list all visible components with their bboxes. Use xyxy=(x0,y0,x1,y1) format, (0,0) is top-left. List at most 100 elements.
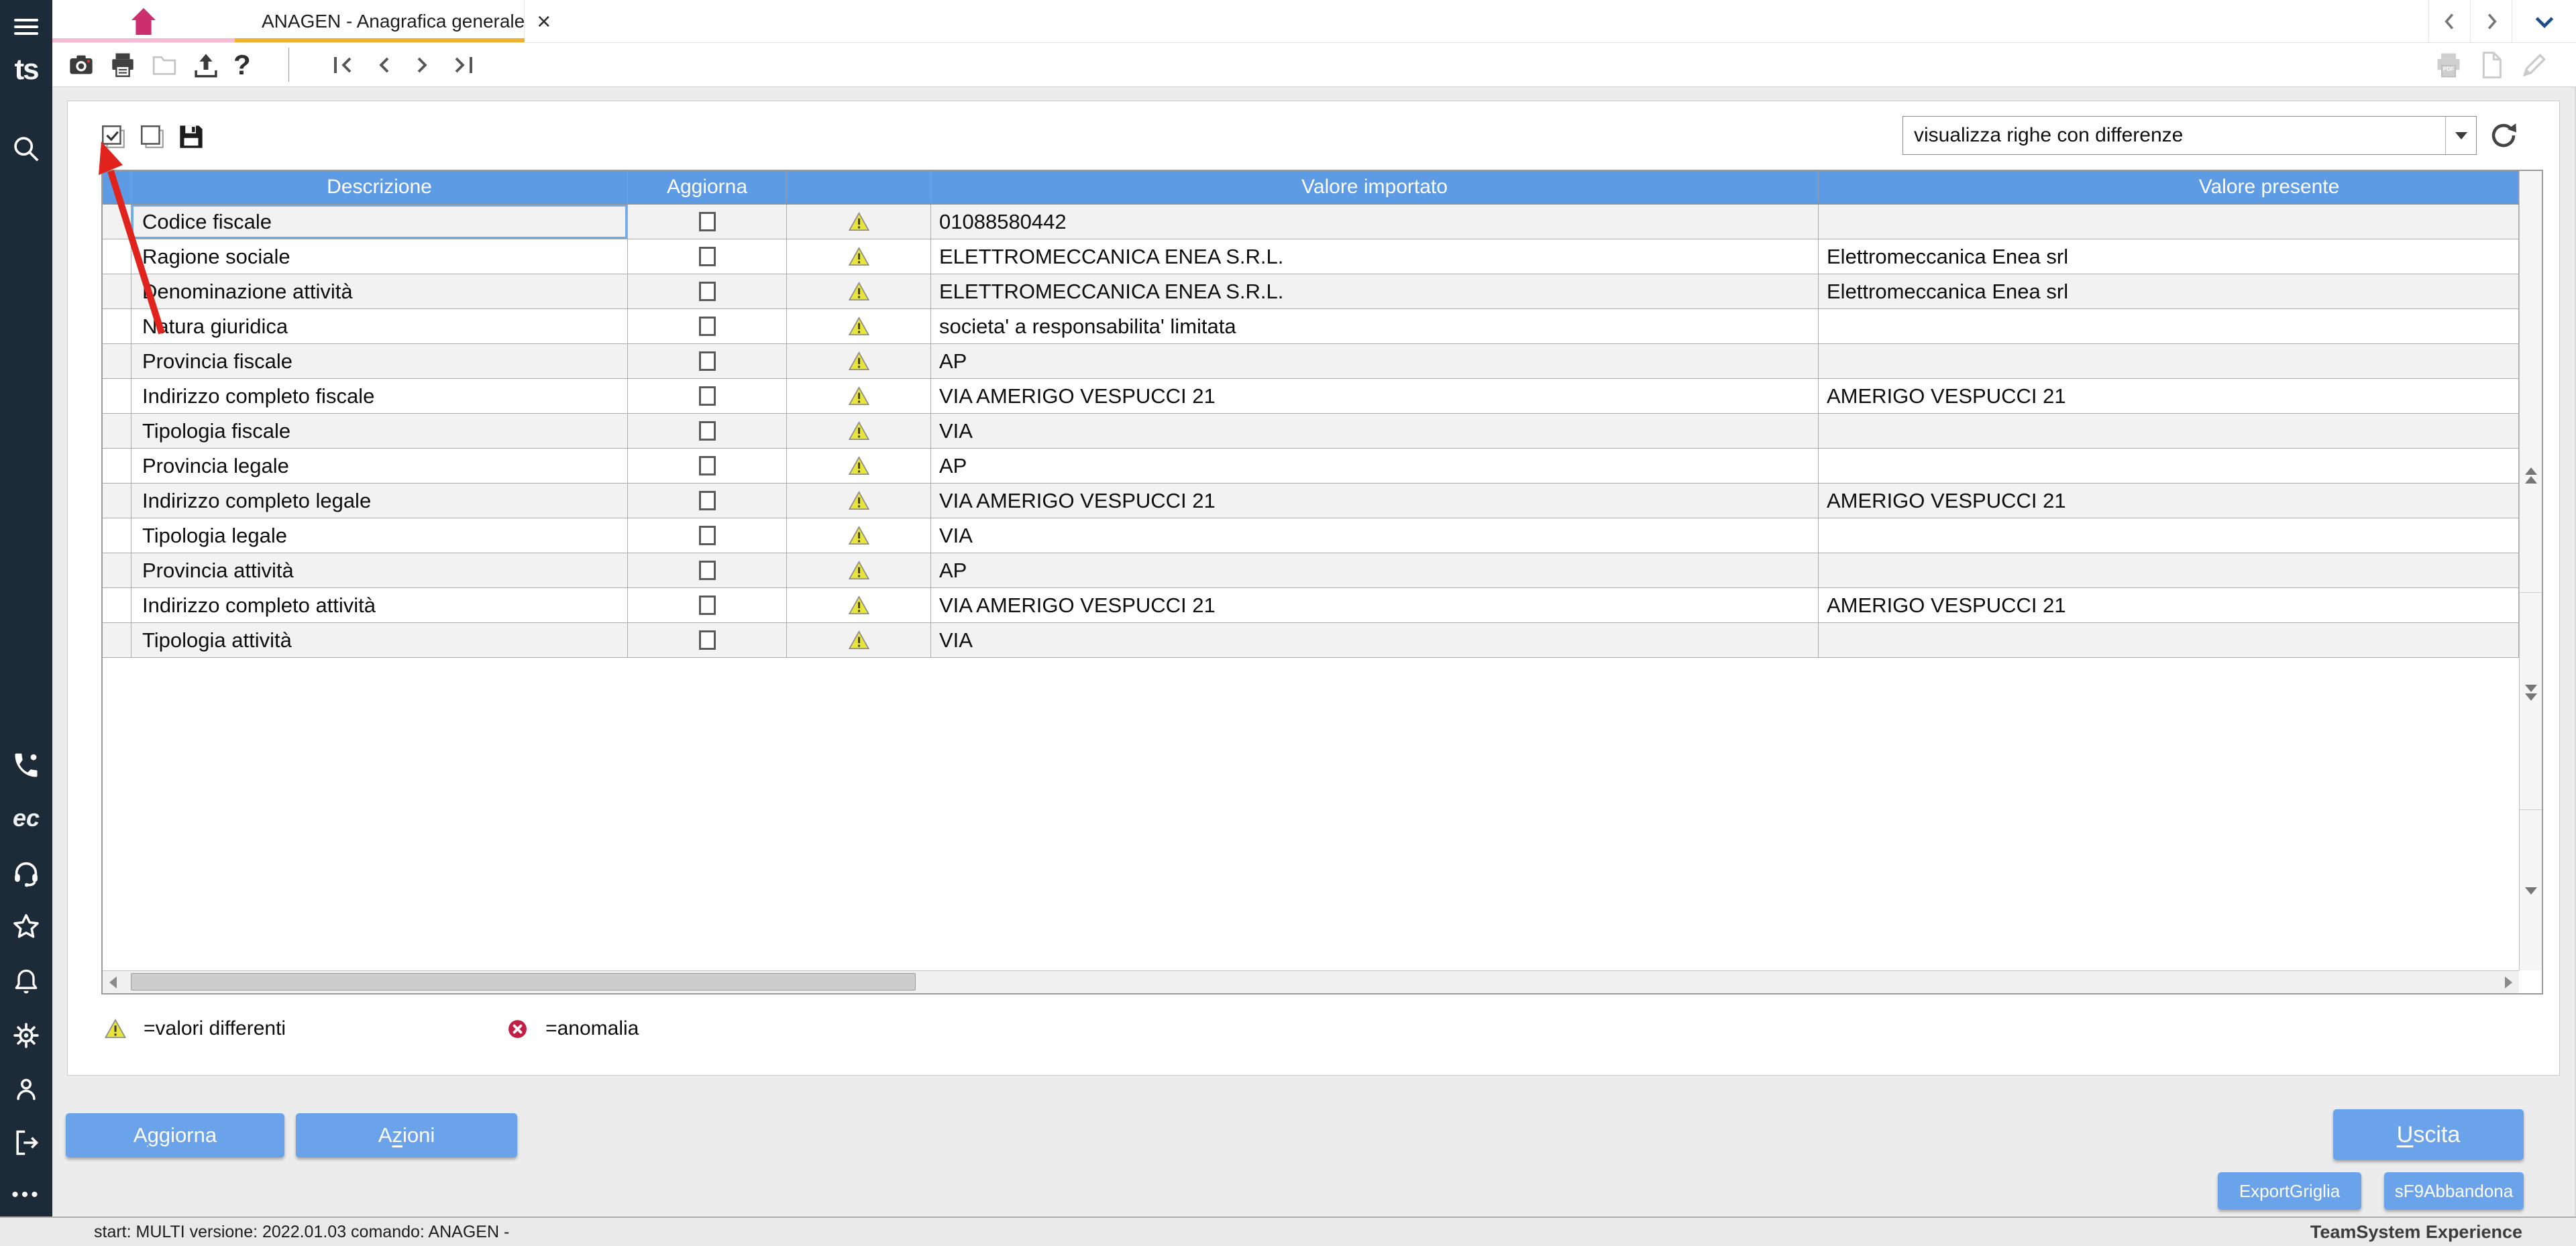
cell-valore-presente[interactable] xyxy=(1819,623,2519,657)
cell-descrizione[interactable]: Codice fiscale xyxy=(131,205,628,239)
cell-aggiorna[interactable] xyxy=(628,553,787,587)
horizontal-scrollbar[interactable] xyxy=(103,970,2519,993)
star-icon[interactable] xyxy=(0,909,52,944)
aggiorna-checkbox[interactable] xyxy=(699,317,716,336)
cell-descrizione[interactable]: Tipologia fiscale xyxy=(131,414,628,448)
cell-valore-presente[interactable] xyxy=(1819,518,2519,553)
aggiorna-checkbox[interactable] xyxy=(699,421,716,441)
aggiorna-checkbox[interactable] xyxy=(699,491,716,510)
tab-anagen[interactable]: ANAGEN - Anagrafica generale × xyxy=(235,0,525,43)
aggiorna-checkbox[interactable] xyxy=(699,526,716,545)
cell-valore-importato[interactable]: VIA AMERIGO VESPUCCI 21 xyxy=(931,484,1819,518)
cell-valore-presente[interactable] xyxy=(1819,449,2519,483)
save-icon[interactable] xyxy=(177,123,205,151)
upload-icon[interactable] xyxy=(192,51,220,79)
cell-descrizione[interactable]: Indirizzo completo legale xyxy=(131,484,628,518)
aggiorna-checkbox[interactable] xyxy=(699,596,716,615)
search-icon[interactable] xyxy=(0,131,52,166)
uscita-button[interactable]: Uscita xyxy=(2333,1109,2524,1160)
cell-valore-presente[interactable]: Elettromeccanica Enea srl xyxy=(1819,239,2519,274)
aggiorna-checkbox[interactable] xyxy=(699,386,716,406)
aggiorna-checkbox[interactable] xyxy=(699,351,716,371)
cell-valore-importato[interactable]: VIA AMERIGO VESPUCCI 21 xyxy=(931,588,1819,622)
aggiorna-checkbox[interactable] xyxy=(699,247,716,266)
dropdown-caret-icon[interactable] xyxy=(2445,117,2476,154)
cell-valore-importato[interactable]: 01088580442 xyxy=(931,205,1819,239)
cell-aggiorna[interactable] xyxy=(628,449,787,483)
previous-record-icon[interactable] xyxy=(374,55,394,75)
cell-valore-presente[interactable] xyxy=(1819,553,2519,587)
cell-descrizione[interactable]: Tipologia legale xyxy=(131,518,628,553)
table-row[interactable]: Natura giuridica societa' a responsabili… xyxy=(103,309,2519,344)
table-row[interactable]: Ragione sociale ELETTROMECCANICA ENEA S.… xyxy=(103,239,2519,274)
table-row[interactable]: Indirizzo completo legale VIA AMERIGO VE… xyxy=(103,484,2519,518)
home-tab[interactable] xyxy=(52,0,235,43)
export-griglia-button[interactable]: Export Griglia xyxy=(2218,1172,2361,1210)
aggiorna-checkbox[interactable] xyxy=(699,561,716,580)
refresh-icon[interactable] xyxy=(2485,117,2522,154)
print-icon[interactable] xyxy=(109,51,137,79)
phone-icon[interactable] xyxy=(0,748,52,783)
cell-valore-importato[interactable]: VIA AMERIGO VESPUCCI 21 xyxy=(931,379,1819,413)
cell-descrizione[interactable]: Provincia fiscale xyxy=(131,344,628,378)
cell-valore-importato[interactable]: AP xyxy=(931,449,1819,483)
ec-logo[interactable]: ec xyxy=(0,801,52,836)
azioni-button[interactable]: Azioni xyxy=(296,1113,517,1157)
gear-icon[interactable] xyxy=(0,1018,52,1053)
aggiorna-checkbox[interactable] xyxy=(699,212,716,231)
table-row[interactable]: Tipologia attività VIA xyxy=(103,623,2519,658)
aggiorna-checkbox[interactable] xyxy=(699,456,716,475)
chevron-down-icon[interactable] xyxy=(2512,0,2576,43)
cell-valore-importato[interactable]: AP xyxy=(931,553,1819,587)
hamburger-menu-icon[interactable] xyxy=(0,9,52,44)
table-row[interactable]: Codice fiscale 01088580442 xyxy=(103,205,2519,239)
horizontal-scrollbar-thumb[interactable] xyxy=(131,973,916,990)
cell-valore-presente[interactable]: Elettromeccanica Enea srl xyxy=(1819,274,2519,308)
table-row[interactable]: Provincia legale AP xyxy=(103,449,2519,484)
table-row[interactable]: Provincia attività AP xyxy=(103,553,2519,588)
aggiorna-checkbox[interactable] xyxy=(699,630,716,650)
deselect-all-icon[interactable] xyxy=(138,123,166,151)
bell-icon[interactable] xyxy=(0,964,52,999)
aggiorna-button[interactable]: Aggiorna xyxy=(66,1113,284,1157)
cell-aggiorna[interactable] xyxy=(628,274,787,308)
abbandona-button[interactable]: sF9 Abbandona xyxy=(2384,1172,2524,1210)
next-record-icon[interactable] xyxy=(412,55,432,75)
cell-descrizione[interactable]: Provincia attività xyxy=(131,553,628,587)
select-all-icon[interactable] xyxy=(99,123,127,151)
header-valore-presente[interactable]: Valore presente xyxy=(1819,171,2519,203)
cell-valore-presente[interactable] xyxy=(1819,414,2519,448)
table-row[interactable]: Indirizzo completo fiscale VIA AMERIGO V… xyxy=(103,379,2519,414)
vertical-scrollbar[interactable] xyxy=(2519,171,2542,970)
table-row[interactable]: Provincia fiscale AP xyxy=(103,344,2519,379)
close-icon[interactable]: × xyxy=(537,9,551,34)
cell-descrizione[interactable]: Indirizzo completo attività xyxy=(131,588,628,622)
scroll-double-up-icon[interactable] xyxy=(2520,467,2542,484)
cell-descrizione[interactable]: Natura giuridica xyxy=(131,309,628,343)
cell-aggiorna[interactable] xyxy=(628,344,787,378)
cell-descrizione[interactable]: Provincia legale xyxy=(131,449,628,483)
cell-descrizione[interactable]: Denominazione attività xyxy=(131,274,628,308)
cell-aggiorna[interactable] xyxy=(628,484,787,518)
cell-valore-presente[interactable] xyxy=(1819,205,2519,239)
cell-valore-presente[interactable]: AMERIGO VESPUCCI 21 xyxy=(1819,588,2519,622)
more-ellipsis[interactable]: ••• xyxy=(0,1178,52,1212)
cell-aggiorna[interactable] xyxy=(628,309,787,343)
cell-valore-importato[interactable]: ELETTROMECCANICA ENEA S.R.L. xyxy=(931,274,1819,308)
help-icon[interactable]: ? xyxy=(233,49,251,81)
table-row[interactable]: Indirizzo completo attività VIA AMERIGO … xyxy=(103,588,2519,623)
chevron-right-icon[interactable] xyxy=(2470,0,2512,43)
aggiorna-checkbox[interactable] xyxy=(699,282,716,301)
table-row[interactable]: Denominazione attività ELETTROMECCANICA … xyxy=(103,274,2519,309)
cell-valore-presente[interactable]: AMERIGO VESPUCCI 21 xyxy=(1819,484,2519,518)
cell-aggiorna[interactable] xyxy=(628,588,787,622)
header-warning[interactable] xyxy=(787,171,931,203)
chevron-left-icon[interactable] xyxy=(2428,0,2470,43)
cell-valore-importato[interactable]: AP xyxy=(931,344,1819,378)
cell-aggiorna[interactable] xyxy=(628,623,787,657)
cell-descrizione[interactable]: Indirizzo completo fiscale xyxy=(131,379,628,413)
cell-valore-presente[interactable]: AMERIGO VESPUCCI 21 xyxy=(1819,379,2519,413)
cell-valore-presente[interactable] xyxy=(1819,309,2519,343)
cell-valore-importato[interactable]: societa' a responsabilita' limitata xyxy=(931,309,1819,343)
folder-icon[interactable] xyxy=(150,52,178,78)
